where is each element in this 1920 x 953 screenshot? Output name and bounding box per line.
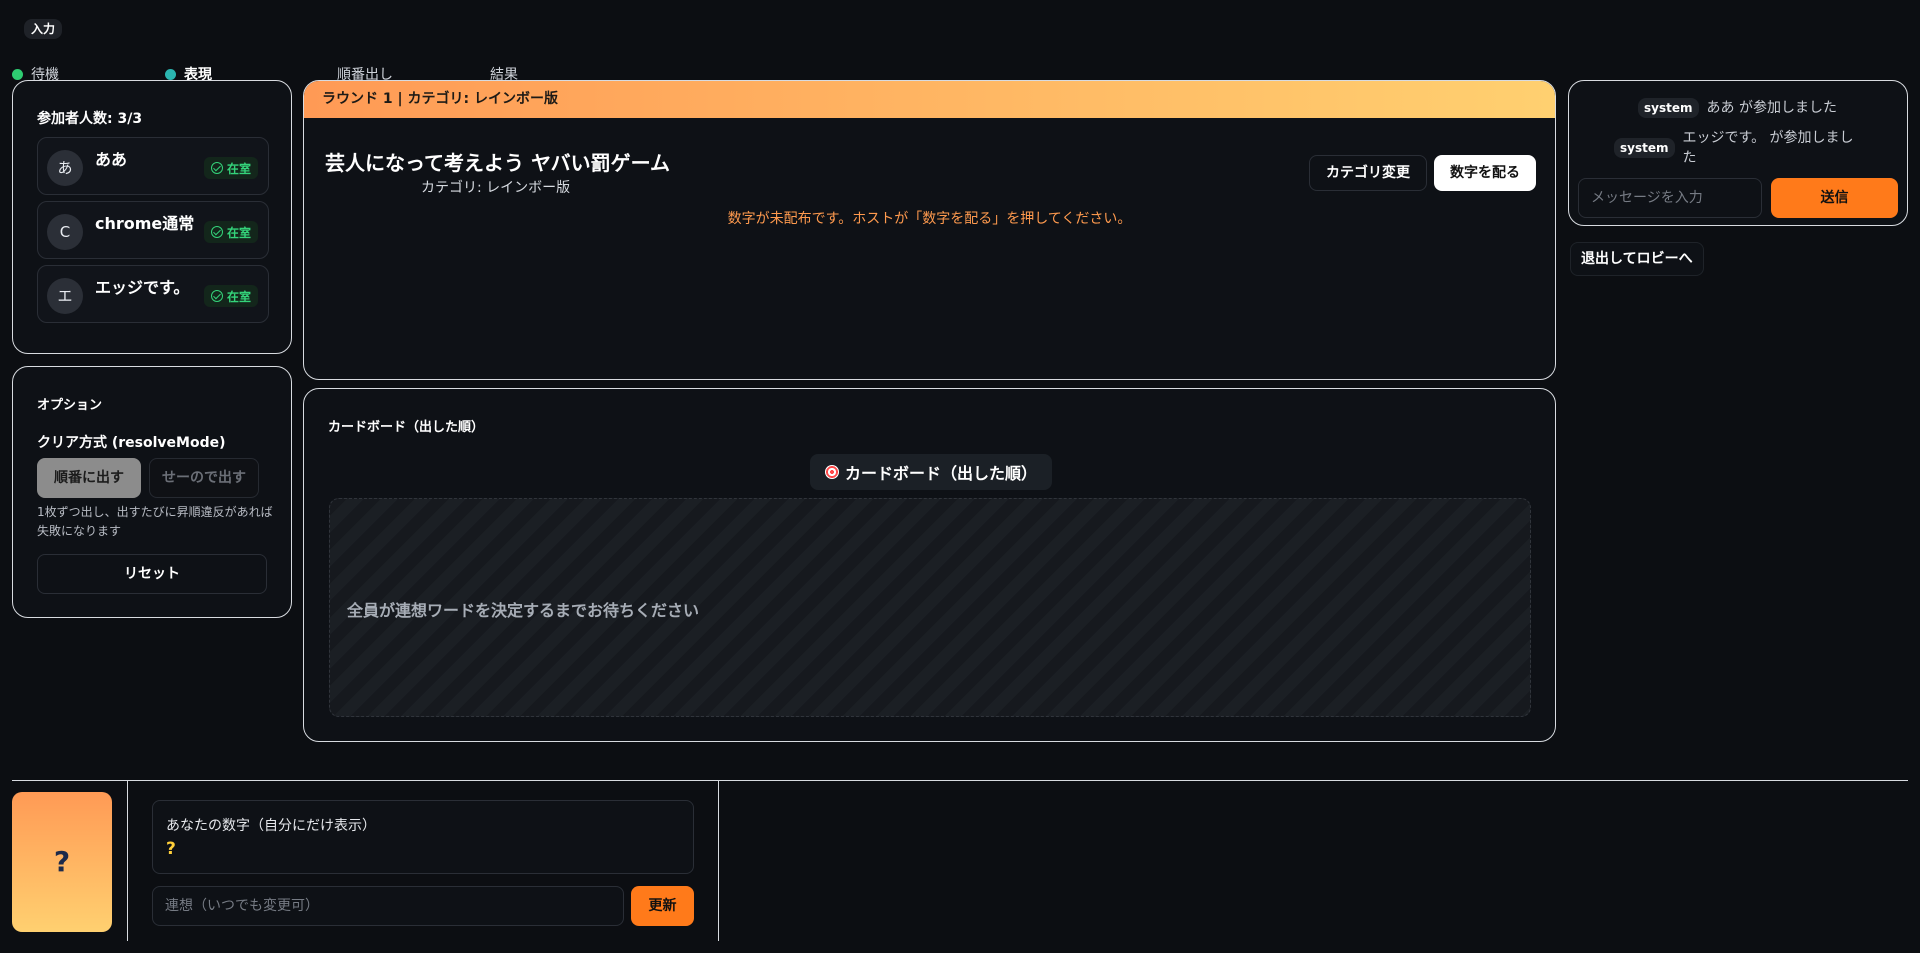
chat-message-input[interactable] [1578,178,1762,218]
chat-message-text: ああ が参加しました [1706,100,1837,116]
waiting-message: 全員が連想ワードを決定するまでお待ちください [347,601,700,620]
check-circle-icon [210,162,223,174]
status-label: 在室 [226,289,251,304]
participant-row: あ ああ 在室 [37,137,269,195]
avatar: あ [47,150,83,186]
my-number-box: あなたの数字（自分にだけ表示） ? [152,800,694,874]
status-badge: 在室 [203,157,258,179]
send-button[interactable]: 送信 [1771,178,1898,218]
participant-name: ああ [95,150,128,169]
participant-name: chrome通常 [95,214,195,233]
status-badge: 在室 [203,285,258,307]
participant-row: C chrome通常 在室 [37,201,269,259]
my-number-label: あなたの数字（自分にだけ表示） [166,818,376,834]
bottom-divider-left [127,781,128,941]
phase-dot-icon [165,68,176,80]
chat-message-text: エッジです。 が参加しました [1682,130,1854,166]
leave-to-lobby-button[interactable]: 退出してロビーへ [1570,242,1704,276]
game-panel: ラウンド 1 | カテゴリ: レインボー版 芸人になって考えよう ヤバい罰ゲーム… [303,80,1556,380]
mode-hint: 1枚ずつ出し、出すたびに昇順違反があれば失敗になります [37,505,273,538]
card-board-panel: カードボード（出した順） カードボード（出した順） 全員が連想ワードを決定するま… [303,388,1556,742]
avatar: エ [47,278,83,314]
input-tag: 入力 [24,19,63,39]
deal-numbers-button[interactable]: 数字を配る [1434,155,1536,191]
game-title: 芸人になって考えよう ヤバい罰ゲーム [325,151,670,175]
card-board-chip-label: カードボード（出した順） [844,464,1037,483]
game-category: カテゴリ: レインボー版 [421,180,571,196]
status-label: 在室 [226,161,251,176]
participants-title: 参加者人数: 3/3 [37,111,143,127]
phase-dot-icon [12,68,23,80]
game-status-message: 数字が未配布です。ホストが「数字を配る」を押してください。 [727,211,1132,227]
chat-panel: system ああ が参加しました system エッジです。 が参加しました … [1568,80,1908,226]
resolve-mode-label: クリア方式 (resolveMode) [37,435,226,451]
check-circle-icon [210,226,223,238]
avatar: C [47,214,83,250]
card-board-chip: カードボード（出した順） [810,454,1052,490]
mode-simultaneous-button[interactable]: せーので出す [149,458,259,498]
change-category-button[interactable]: カテゴリ変更 [1309,155,1427,191]
status-label: 在室 [226,225,251,240]
target-icon [824,465,839,479]
options-title: オプション [37,398,103,413]
card-board-title: カードボード（出した順） [328,420,485,435]
bottom-divider [12,780,1908,781]
card-drop-area[interactable]: 全員が連想ワードを決定するまでお待ちください [329,498,1531,717]
my-number-value: ? [166,839,176,859]
reset-button[interactable]: リセット [37,554,267,594]
chat-message: system ああ が参加しました [1638,98,1837,118]
round-header: ラウンド 1 | カテゴリ: レインボー版 [304,81,1555,118]
mode-sequential-button[interactable]: 順番に出す [37,458,141,498]
participants-panel: 参加者人数: 3/3 あ ああ 在室 C chrome通常 在室 エ エッジです… [12,80,292,354]
participant-name: エッジです。 [95,278,190,297]
chat-message: system エッジです。 が参加しました [1614,128,1864,168]
check-circle-icon [210,290,223,302]
status-badge: 在室 [203,221,258,243]
participant-row: エ エッジです。 在室 [37,265,269,323]
association-input[interactable] [152,886,624,926]
my-card: ? [12,792,112,932]
sender-tag: system [1614,138,1675,158]
update-button[interactable]: 更新 [631,886,694,926]
options-panel: オプション クリア方式 (resolveMode) 順番に出す せーので出す 1… [12,366,292,618]
bottom-divider-right [718,781,719,941]
sender-tag: system [1638,98,1699,118]
